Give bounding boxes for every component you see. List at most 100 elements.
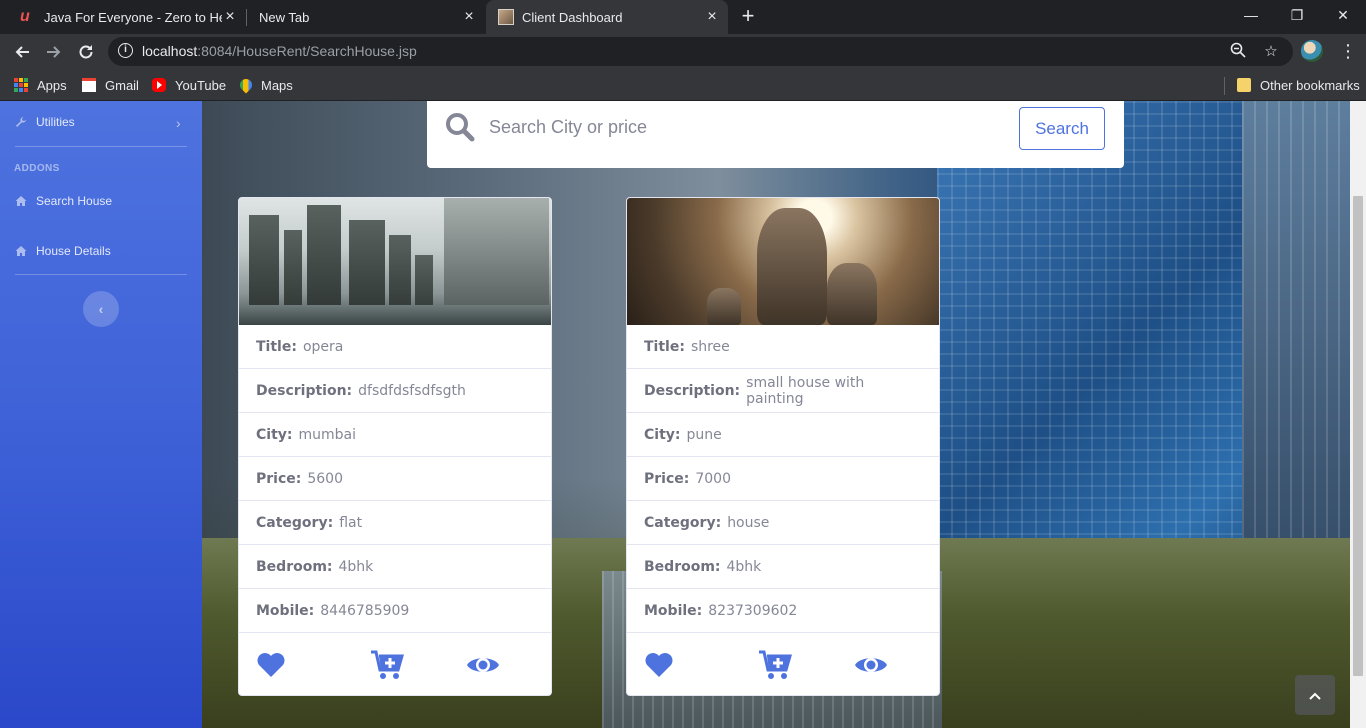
sidebar-toggle-button[interactable]: ‹ [83, 291, 119, 327]
field-description: Description: small house with painting [627, 369, 939, 413]
sidebar-item-utilities[interactable]: Utilities [15, 115, 75, 129]
scrollbar-thumb[interactable] [1353, 196, 1363, 676]
add-to-cart-icon[interactable] [758, 649, 792, 681]
house-image [239, 198, 551, 325]
tab-title: Java For Everyone - Zero to Hero [44, 9, 222, 25]
page-scrollbar[interactable] [1350, 101, 1366, 728]
back-arrow-icon[interactable] [8, 38, 36, 66]
field-label: Bedroom: [256, 558, 333, 575]
sidebar: Utilities › ADDONS Search House House De… [0, 101, 202, 728]
restore-icon[interactable]: ❐ [1274, 0, 1320, 30]
field-value: 5600 [307, 470, 343, 487]
zoom-icon[interactable] [1228, 42, 1248, 62]
chevron-right-icon[interactable]: › [176, 115, 181, 131]
search-icon [445, 112, 475, 142]
search-button[interactable]: Search [1019, 107, 1105, 150]
card-actions [239, 633, 551, 695]
field-value: mumbai [298, 426, 357, 443]
bookmark-star-icon[interactable]: ☆ [1261, 42, 1281, 62]
main-content: Search Title: opera Description: dfsdfdsfs… [202, 101, 1350, 728]
eye-icon[interactable] [466, 649, 499, 681]
apps-grid-icon [14, 78, 28, 92]
url-text[interactable]: localhost:8084/HouseRent/SearchHouse.jsp [142, 43, 417, 59]
field-value: 4bhk [726, 558, 762, 575]
home-icon [15, 195, 27, 207]
chevron-left-icon: ‹ [98, 301, 104, 317]
field-title: Title: shree [627, 325, 939, 369]
maps-pin-icon [237, 76, 255, 94]
bookmark-apps[interactable]: Apps [14, 76, 67, 94]
field-price: Price: 7000 [627, 457, 939, 501]
sidebar-heading: ADDONS [14, 163, 60, 174]
field-value: dfsdfdsfsdfsgth [358, 382, 466, 399]
field-label: Description: [644, 382, 741, 399]
heart-icon[interactable] [643, 649, 675, 681]
close-icon[interactable]: × [704, 8, 720, 25]
browser-menu-icon[interactable]: ⋮ [1338, 38, 1358, 64]
page-favicon-icon [498, 9, 514, 25]
bookmark-gmail[interactable]: Gmail [82, 76, 139, 94]
browser-toolbar: i localhost:8084/HouseRent/SearchHouse.j… [0, 34, 1366, 69]
bookmark-youtube[interactable]: YouTube [152, 76, 226, 94]
card-actions [627, 633, 939, 695]
close-icon[interactable]: × [222, 8, 238, 25]
tab-new-tab[interactable]: New Tab × [247, 0, 485, 34]
field-label: Title: [644, 338, 685, 355]
field-mobile: Mobile: 8237309602 [627, 589, 939, 633]
udemy-icon: u [20, 8, 30, 25]
field-mobile: Mobile: 8446785909 [239, 589, 551, 633]
bookmark-label: Apps [37, 77, 67, 93]
field-value: 8237309602 [708, 602, 798, 619]
profile-avatar[interactable] [1301, 40, 1323, 62]
tab-java-for-everyone[interactable]: u Java For Everyone - Zero to Hero × [0, 0, 246, 34]
bookmark-maps[interactable]: Maps [237, 76, 293, 94]
site-info-icon[interactable]: i [118, 43, 133, 58]
search-panel: Search [427, 101, 1124, 168]
sidebar-item-search-house[interactable]: Search House [15, 194, 112, 208]
close-icon[interactable]: × [461, 8, 477, 25]
house-card: Title: opera Description: dfsdfdsfsdfsgth … [238, 197, 552, 696]
sidebar-item-label: House Details [36, 244, 111, 258]
bookmark-label: YouTube [175, 77, 227, 93]
field-label: City: [256, 426, 293, 443]
sidebar-item-house-details[interactable]: House Details [15, 244, 111, 258]
add-to-cart-icon[interactable] [370, 649, 404, 681]
field-city: City: pune [627, 413, 939, 457]
wrench-icon [15, 116, 27, 128]
chevron-up-icon [1309, 687, 1321, 703]
forward-arrow-icon[interactable] [40, 38, 68, 66]
address-bar[interactable]: i localhost:8084/HouseRent/SearchHouse.j… [108, 37, 1293, 66]
sidebar-divider [15, 146, 187, 147]
field-label: City: [644, 426, 681, 443]
field-bedroom: Bedroom: 4bhk [239, 545, 551, 589]
eye-icon[interactable] [854, 649, 887, 681]
field-label: Mobile: [256, 602, 315, 619]
field-label: Price: [644, 470, 690, 487]
minimize-icon[interactable]: — [1228, 0, 1274, 30]
field-value: 8446785909 [320, 602, 410, 619]
reload-icon[interactable] [72, 38, 100, 66]
window-close-icon[interactable]: ✕ [1320, 0, 1366, 30]
field-value: house [727, 514, 770, 531]
field-value: flat [339, 514, 363, 531]
heart-icon[interactable] [255, 649, 287, 681]
field-label: Category: [644, 514, 722, 531]
field-label: Bedroom: [644, 558, 721, 575]
home-icon [15, 245, 27, 257]
field-price: Price: 5600 [239, 457, 551, 501]
scroll-to-top-button[interactable] [1295, 675, 1335, 715]
other-bookmarks[interactable]: Other bookmarks [1237, 76, 1360, 94]
field-value: small house with painting [746, 374, 865, 407]
field-label: Category: [256, 514, 334, 531]
tab-client-dashboard[interactable]: Client Dashboard × [486, 0, 728, 34]
gmail-icon [82, 78, 96, 92]
field-value: shree [690, 338, 730, 355]
new-tab-plus-icon[interactable]: + [736, 5, 760, 29]
field-title: Title: opera [239, 325, 551, 369]
bookmarks-bar: Apps Gmail YouTube Maps Other bookmarks [0, 69, 1366, 101]
field-label: Description: [256, 382, 353, 399]
field-value: 4bhk [338, 558, 374, 575]
tab-title: Client Dashboard [522, 9, 623, 25]
field-city: City: mumbai [239, 413, 551, 457]
search-input[interactable] [489, 111, 1009, 143]
